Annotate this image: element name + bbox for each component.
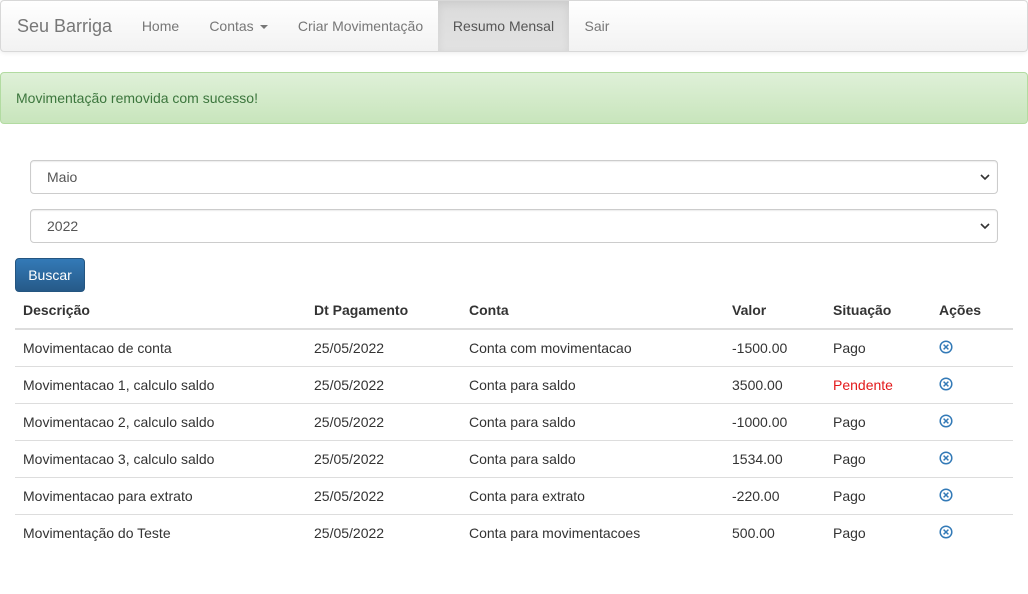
nav-contas-dropdown[interactable]: Contas (194, 1, 283, 51)
nav-sair[interactable]: Sair (569, 1, 625, 51)
cell-descricao: Movimentacao 1, calculo saldo (15, 365, 306, 403)
alert-message: Movimentação removida com sucesso! (16, 90, 258, 106)
cell-acoes (931, 365, 1013, 403)
cell-valor: -1000.00 (724, 402, 825, 440)
header-valor: Valor (724, 292, 825, 330)
chevron-down-icon (980, 174, 990, 181)
cell-conta: Conta para movimentacoes (461, 513, 724, 551)
table-row: Movimentacao para extrato 25/05/2022 Conta… (15, 476, 1013, 514)
cell-descricao: Movimentacao para extrato (15, 476, 306, 514)
cell-acoes (931, 439, 1013, 477)
navbar-brand[interactable]: Seu Barriga (17, 16, 112, 36)
cell-acoes (931, 513, 1013, 551)
cell-valor: 3500.00 (724, 365, 825, 403)
remove-circle-icon[interactable] (939, 451, 953, 465)
year-select-value: 2022 (47, 218, 79, 234)
movements-table: Descrição Dt Pagamento Conta Valor Situa… (15, 292, 1013, 551)
remove-circle-icon[interactable] (939, 488, 953, 502)
header-conta: Conta (461, 292, 724, 330)
table-row: Movimentação do Teste 25/05/2022 Conta par… (15, 513, 1013, 551)
header-descricao: Descrição (15, 292, 306, 330)
search-button[interactable]: Buscar (15, 258, 85, 292)
cell-dt-pagamento: 25/05/2022 (306, 476, 461, 514)
nav-home[interactable]: Home (127, 1, 194, 51)
cell-conta: Conta com movimentacao (469, 339, 632, 356)
nav-resumo-mensal[interactable]: Resumo Mensal (438, 1, 569, 51)
chevron-down-icon (980, 223, 990, 230)
nav-home-label: Home (141, 18, 180, 34)
header-dt-pagamento: Dt Pagamento (306, 292, 461, 330)
month-select[interactable]: Maio (30, 160, 998, 194)
cell-situacao: Pago (833, 339, 866, 356)
nav-criar-movimentacao-label: Criar Movimentação (297, 18, 424, 34)
cell-situacao: Pago (825, 402, 931, 440)
table-row: Movimentacao 3, calculo saldo 25/05/2022 C… (15, 439, 1013, 477)
cell-valor: 500.00 (724, 513, 825, 551)
cell-valor: -220.00 (724, 476, 825, 514)
cell-dt-pagamento: 25/05/2022 (306, 402, 461, 440)
cell-descricao: Movimentacao 2, calculo saldo (15, 402, 306, 440)
remove-circle-icon[interactable] (939, 377, 953, 391)
table-header-row: Descrição Dt Pagamento Conta Valor Situa… (15, 292, 1013, 330)
cell-dt-pagamento: 25/05/2022 (306, 513, 461, 551)
cell-conta: Conta para saldo (461, 365, 724, 403)
table-row: Movimentacao 2, calculo saldo 25/05/2022 C… (15, 402, 1013, 440)
cell-descricao: Movimentacao 3, calculo saldo (15, 439, 306, 477)
navbar: Seu Barriga Home Contas Criar Movimentaç… (0, 0, 1028, 52)
cell-conta: Conta para extrato (461, 476, 724, 514)
nav-sair-label: Sair (584, 18, 610, 34)
cell-situacao: Pago (825, 439, 931, 477)
table-row: Movimentacao de conta 25/05/2022 Conta com… (15, 329, 1013, 366)
cell-valor: -1500.00 (732, 339, 788, 356)
header-acoes: Ações (931, 292, 1013, 330)
nav-resumo-mensal-label: Resumo Mensal (452, 18, 555, 34)
cell-dt-pagamento: 25/05/2022 (314, 339, 385, 356)
cell-situacao: Pago (825, 476, 931, 514)
caret-down-icon (259, 25, 268, 30)
cell-descricao: Movimentação do Teste (15, 513, 306, 551)
cell-conta: Conta para saldo (461, 402, 724, 440)
cell-situacao: Pago (825, 513, 931, 551)
cell-valor: 1534.00 (724, 439, 825, 477)
cell-conta: Conta para saldo (461, 439, 724, 477)
cell-situacao: Pendente (825, 365, 931, 403)
cell-descricao: Movimentacao de conta (23, 339, 172, 356)
success-alert: Movimentação removida com sucesso! (0, 72, 1028, 124)
remove-circle-icon[interactable] (939, 414, 953, 428)
nav-contas-label: Contas (209, 18, 254, 34)
month-select-value: Maio (47, 169, 78, 185)
remove-circle-icon[interactable] (939, 525, 953, 539)
remove-circle-icon[interactable] (939, 340, 953, 354)
cell-dt-pagamento: 25/05/2022 (306, 439, 461, 477)
table-row: Movimentacao 1, calculo saldo 25/05/2022 C… (15, 365, 1013, 403)
cell-acoes (931, 329, 1013, 366)
nav-criar-movimentacao[interactable]: Criar Movimentação (283, 1, 438, 51)
cell-dt-pagamento: 25/05/2022 (306, 365, 461, 403)
year-select[interactable]: 2022 (30, 209, 998, 243)
cell-acoes (931, 402, 1013, 440)
header-situacao: Situação (825, 292, 931, 330)
cell-acoes (931, 476, 1013, 514)
